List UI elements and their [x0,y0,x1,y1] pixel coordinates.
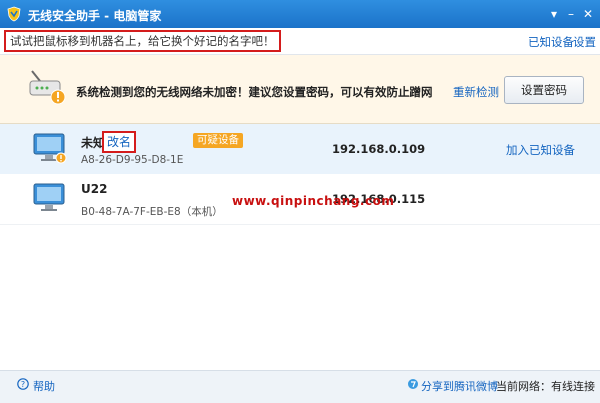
network-status-text: 当前网络：有线连接 [496,380,595,393]
add-known-device-link[interactable]: 加入已知设备 [506,142,575,158]
help-link[interactable]: 帮助 [33,378,55,394]
device-ip: 192.168.0.109 [332,142,426,156]
title-bar: 无线安全助手 - 电脑管家 ▾ – ✕ [0,0,600,28]
weibo-share-icon[interactable] [407,378,419,390]
close-icon[interactable]: ✕ [580,6,596,22]
device-mac: A8-26-D9-95-D8-1E [81,154,184,166]
rename-link[interactable]: 改名 [102,131,137,153]
settings-link[interactable]: 设置 [573,34,596,50]
computer-icon [33,183,65,211]
device-name[interactable]: U22 [81,182,107,196]
computer-warning-icon [33,133,67,164]
minimize-icon[interactable]: – [563,6,579,22]
toolbar: 试试把鼠标移到机器名上，给它换个好记的名字吧！ 已知设备 设置 [0,28,600,55]
device-row[interactable]: 未知 改名 可疑设备 A8-26-D9-95-D8-1E 192.168.0.1… [0,124,600,174]
shield-logo-icon [7,6,21,22]
status-bar: ? 帮助 分享到腾讯微博 当前网络：有线连接 [0,370,600,403]
set-password-button[interactable]: 设置密码 [504,76,584,104]
skin-icon[interactable]: ▾ [546,6,562,22]
known-devices-link[interactable]: 已知设备 [528,34,574,50]
rename-hint: 试试把鼠标移到机器名上，给它换个好记的名字吧！ [4,30,281,52]
help-icon[interactable]: ? [17,378,29,390]
security-warning-banner: 系统检测到您的无线网络未加密！建议您设置密码，可以有效防止蹭网 重新检测 设置密… [0,55,600,124]
suspicious-device-badge: 可疑设备 [193,133,243,148]
watermark-text: www.qinpinchang.com [232,194,395,208]
unencrypted-warning-text: 系统检测到您的无线网络未加密！建议您设置密码，可以有效防止蹭网 [76,85,433,99]
router-warning-icon [29,70,66,105]
svg-text:?: ? [21,380,25,389]
share-to-weibo-link[interactable]: 分享到腾讯微博 [421,378,498,394]
window-title: 无线安全助手 - 电脑管家 [28,9,162,23]
device-mac: B0-48-7A-7F-EB-E8（本机） [81,206,223,218]
recheck-link[interactable]: 重新检测 [453,84,499,100]
